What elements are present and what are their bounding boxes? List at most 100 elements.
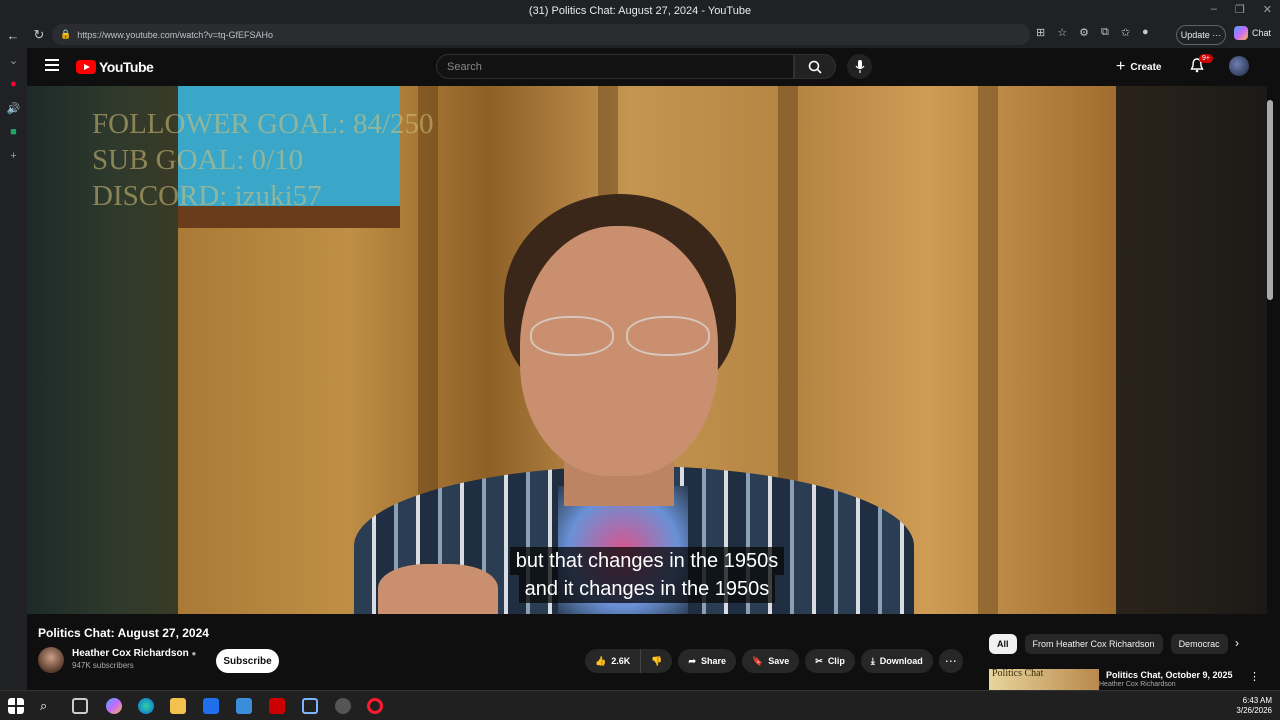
microphone-icon xyxy=(855,59,864,73)
recommended-menu-icon[interactable]: ⋮ xyxy=(1249,670,1260,683)
reload-icon[interactable]: ↻ xyxy=(26,27,52,43)
scissors-icon: ✂ xyxy=(815,655,823,666)
chevron-right-icon[interactable]: › xyxy=(1235,636,1239,650)
like-dislike-group: 👍 2.6K 👎 xyxy=(585,649,673,673)
menu-icon[interactable] xyxy=(45,59,59,71)
toolbar-icons: ⊞ ☆ ⚙ ⧉ ✩ ● xyxy=(1036,26,1149,39)
collapse-icon[interactable]: ⌄ xyxy=(0,48,27,72)
update-label: Update xyxy=(1180,30,1210,40)
url-field[interactable]: 🔒 https://www.youtube.com/watch?v=tq-GfE… xyxy=(52,24,1030,45)
save-label: Save xyxy=(768,656,790,666)
copilot-chat-button[interactable]: Chat xyxy=(1234,26,1271,40)
minimize-icon[interactable]: – xyxy=(1211,3,1217,16)
video-title: Politics Chat: August 27, 2024 xyxy=(38,626,209,640)
letterbox-right xyxy=(1116,86,1267,614)
save-button[interactable]: 🔖 Save xyxy=(742,649,800,673)
star-icon[interactable]: ☆ xyxy=(1057,26,1067,39)
recommended-channel: Heather Cox Richardson xyxy=(1099,681,1176,688)
dislike-button[interactable]: 👎 xyxy=(641,649,673,673)
caption-line: but that changes in the 1950s xyxy=(509,547,785,575)
more-actions-icon[interactable]: ⋯ xyxy=(938,649,963,673)
create-button[interactable]: + Create xyxy=(1116,56,1161,78)
windows-start-icon[interactable] xyxy=(8,698,24,714)
restore-icon[interactable]: ❐ xyxy=(1235,3,1245,16)
captions: but that changes in the 1950s and it cha… xyxy=(27,547,1267,603)
chip-all[interactable]: All xyxy=(989,634,1017,654)
lock-icon: 🔒 xyxy=(60,29,72,39)
glasses xyxy=(530,316,710,356)
recommended-video[interactable]: Politics Chat Politics Chat, October 9, … xyxy=(989,669,1233,690)
close-icon[interactable]: ✕ xyxy=(1263,3,1272,16)
overlay-line: SUB GOAL: 0/10 xyxy=(92,144,304,176)
search-taskbar-icon[interactable]: ⌕ xyxy=(40,698,56,714)
copilot-icon xyxy=(1234,26,1248,40)
youtube-logo[interactable]: YouTube xyxy=(76,59,154,75)
subscriber-count: 947K subscribers xyxy=(72,661,134,670)
door-panel xyxy=(978,86,998,614)
app-icon[interactable] xyxy=(302,698,318,714)
split-screen-icon[interactable]: ⧉ xyxy=(1101,26,1109,39)
verified-icon: ● xyxy=(191,649,197,658)
subscribe-button[interactable]: Subscribe xyxy=(216,649,279,673)
caption-line: and it changes in the 1950s xyxy=(518,575,776,603)
update-button[interactable]: Update ··· xyxy=(1176,25,1226,45)
add-tab-icon[interactable]: + xyxy=(0,144,27,168)
account-avatar[interactable] xyxy=(1229,56,1249,76)
recommended-title[interactable]: Politics Chat, October 9, 2025 xyxy=(1106,669,1233,681)
thumbs-up-icon: 👍 xyxy=(595,655,607,666)
download-button[interactable]: ⤓ Download xyxy=(860,649,933,673)
apps-icon[interactable]: ⊞ xyxy=(1036,26,1045,39)
search-placeholder: Search xyxy=(447,60,482,73)
audio-icon[interactable]: 🔊 xyxy=(0,96,27,120)
favorites-icon[interactable]: ✩ xyxy=(1121,26,1130,39)
channel-avatar[interactable] xyxy=(38,647,64,673)
opera-icon[interactable] xyxy=(367,698,383,714)
share-button[interactable]: ➦ Share xyxy=(678,649,737,673)
search-icon xyxy=(808,60,822,74)
channel-name[interactable]: Heather Cox Richardson xyxy=(72,648,189,659)
recommended-thumbnail[interactable]: Politics Chat xyxy=(989,669,1099,690)
search-button[interactable] xyxy=(794,54,836,79)
extensions-icon[interactable]: ⚙ xyxy=(1079,26,1089,39)
youtube-taskbar-icon[interactable] xyxy=(269,698,285,714)
share-label: Share xyxy=(701,656,727,666)
share-icon: ➦ xyxy=(688,655,696,666)
youtube-page: YouTube Search + Create 9+ FOLLOWER GOAL… xyxy=(27,48,1280,690)
windows-taskbar: ⌕ 6:43 AM 3/26/2026 xyxy=(0,690,1280,720)
excel-icon[interactable]: ■ xyxy=(0,120,27,144)
clip-button[interactable]: ✂ Clip xyxy=(805,649,855,673)
store-icon[interactable] xyxy=(203,698,219,714)
browser-sidebar: ⌄ ● 🔊 ■ + xyxy=(0,48,27,690)
browser-title-bar: (31) Politics Chat: August 27, 2024 - Yo… xyxy=(0,0,1280,628)
edge-icon[interactable] xyxy=(138,698,154,714)
back-icon[interactable]: ← xyxy=(0,28,26,43)
clock-time: 6:43 AM xyxy=(1242,696,1272,705)
like-button[interactable]: 👍 2.6K xyxy=(585,649,642,673)
logo-text: YouTube xyxy=(99,59,154,75)
page-scrollbar[interactable] xyxy=(1267,100,1273,300)
youtube-play-icon xyxy=(76,60,96,74)
download-icon: ⤓ xyxy=(870,655,875,666)
app-icon[interactable] xyxy=(335,698,351,714)
overlay-line: DISCORD: izuki57 xyxy=(92,180,322,212)
mail-icon[interactable] xyxy=(236,698,252,714)
url-text: https://www.youtube.com/watch?v=tq-GfEFS… xyxy=(77,29,274,40)
masthead: YouTube Search + Create 9+ xyxy=(27,48,1280,86)
chip-democracy[interactable]: Democrac xyxy=(1170,634,1228,654)
thumbs-down-icon: 👎 xyxy=(651,655,663,666)
system-clock[interactable]: 6:43 AM 3/26/2026 xyxy=(1236,696,1272,716)
notification-badge: 9+ xyxy=(1199,54,1213,63)
copilot-taskbar-icon[interactable] xyxy=(106,698,122,714)
voice-search-button[interactable] xyxy=(847,54,872,79)
tab-title: (31) Politics Chat: August 27, 2024 - Yo… xyxy=(528,5,752,17)
task-view-icon[interactable] xyxy=(72,698,88,714)
video-player[interactable]: FOLLOWER GOAL: 84/250 SUB GOAL: 0/10 DIS… xyxy=(27,86,1273,614)
video-actions: 👍 2.6K 👎 ➦ Share 🔖 Save ✂ Clip ⤓ Download ⋯ xyxy=(585,649,963,673)
chip-from-channel[interactable]: From Heather Cox Richardson xyxy=(1024,634,1163,654)
search-input[interactable]: Search xyxy=(436,54,794,79)
clock-date: 3/26/2026 xyxy=(1236,706,1272,715)
profile-icon[interactable]: ● xyxy=(1142,26,1149,39)
file-explorer-icon[interactable] xyxy=(170,698,186,714)
chat-label: Chat xyxy=(1252,28,1272,38)
youtube-tab-icon[interactable]: ● xyxy=(0,72,27,96)
